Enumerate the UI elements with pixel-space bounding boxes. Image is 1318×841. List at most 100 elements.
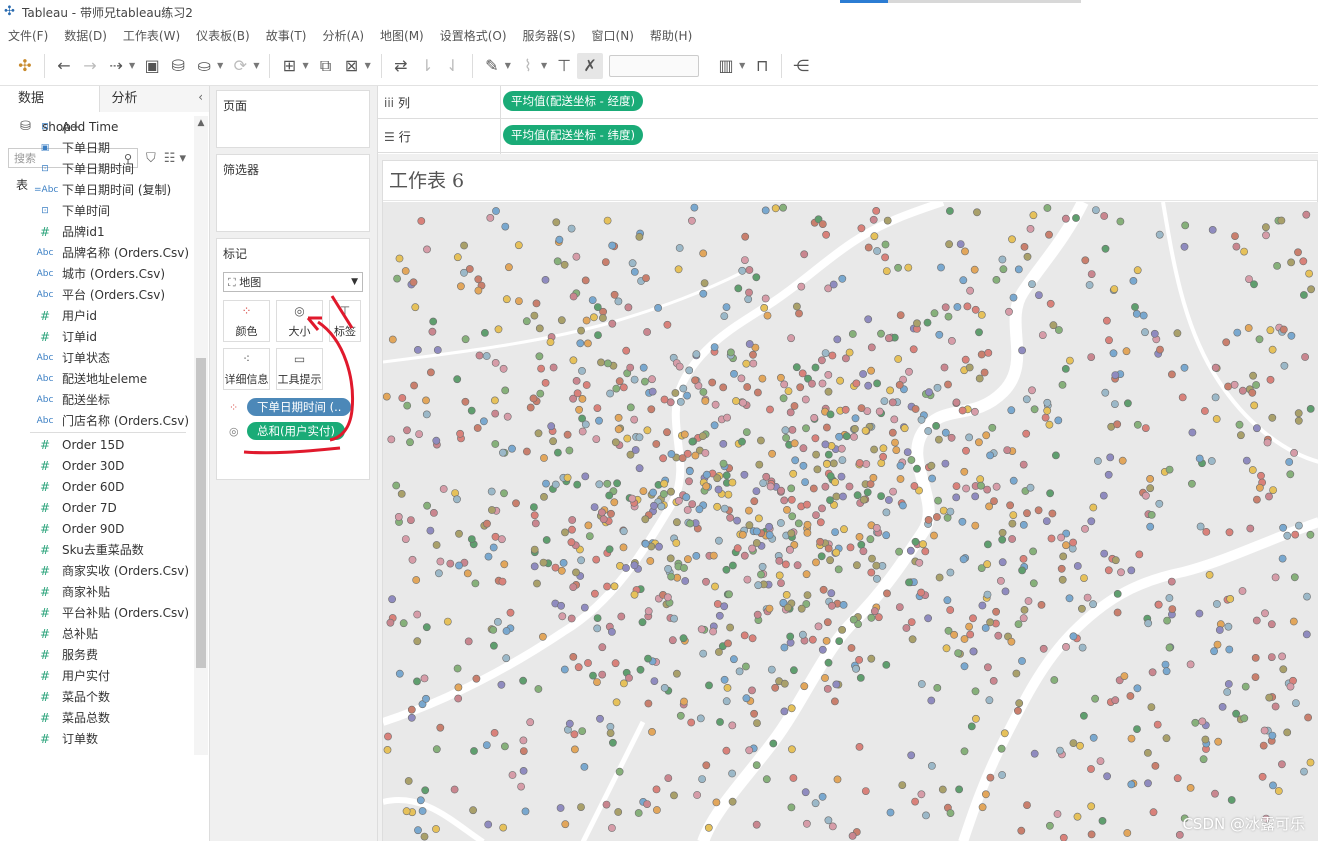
map-dot[interactable] xyxy=(605,491,614,500)
map-dot[interactable] xyxy=(793,561,802,570)
map-dot[interactable] xyxy=(473,424,482,432)
map-dot[interactable] xyxy=(685,467,694,476)
map-dot[interactable] xyxy=(1043,406,1052,415)
tab-data[interactable]: 数据 xyxy=(0,86,100,112)
map-dot[interactable] xyxy=(397,489,406,498)
map-dot[interactable] xyxy=(780,679,789,688)
map-dot[interactable] xyxy=(768,449,776,458)
pages-card[interactable]: 页面 xyxy=(216,90,370,148)
map-dot[interactable] xyxy=(811,434,820,443)
map-dot[interactable] xyxy=(491,358,500,367)
map-dot[interactable] xyxy=(942,644,951,653)
map-dot[interactable] xyxy=(1023,801,1031,809)
map-dot[interactable] xyxy=(1111,696,1120,705)
map-dot[interactable] xyxy=(803,528,812,537)
map-dot[interactable] xyxy=(884,334,893,343)
map-dot[interactable] xyxy=(1105,336,1113,345)
map-dot[interactable] xyxy=(994,631,1003,640)
map-dot[interactable] xyxy=(414,826,422,835)
map-dot[interactable] xyxy=(839,600,848,609)
map-dot[interactable] xyxy=(640,377,649,386)
map-dot[interactable] xyxy=(953,303,962,311)
map-dot[interactable] xyxy=(935,330,944,339)
map-dot[interactable] xyxy=(895,547,903,556)
menu-file[interactable]: 文件(F) xyxy=(8,27,48,44)
field-item[interactable]: Abc 配送坐标 xyxy=(0,389,194,410)
map-dot[interactable] xyxy=(1153,720,1162,729)
field-item[interactable]: Abc 城市 (Orders.Csv) xyxy=(0,263,194,284)
map-dot[interactable] xyxy=(720,602,729,611)
map-dot[interactable] xyxy=(644,607,653,616)
map-dot[interactable] xyxy=(666,554,675,563)
map-dot[interactable] xyxy=(630,561,639,570)
map-dot[interactable] xyxy=(1271,702,1280,711)
map-dot[interactable] xyxy=(992,482,1001,491)
map-dot[interactable] xyxy=(977,311,986,319)
map-dot[interactable] xyxy=(1039,644,1048,653)
map-dot[interactable] xyxy=(667,487,675,496)
map-dot[interactable] xyxy=(800,250,809,259)
map-dot[interactable] xyxy=(426,526,435,535)
map-dot[interactable] xyxy=(1015,699,1024,708)
map-dot[interactable] xyxy=(1283,728,1292,737)
map-dot[interactable] xyxy=(833,335,842,344)
map-dot[interactable] xyxy=(685,366,694,375)
map-dot[interactable] xyxy=(709,627,717,636)
map-dot[interactable] xyxy=(607,824,616,832)
map-dot[interactable] xyxy=(691,376,699,385)
map-dot[interactable] xyxy=(1062,642,1070,651)
map-dot[interactable] xyxy=(464,637,473,646)
map-dot[interactable] xyxy=(921,547,930,556)
map-dot[interactable] xyxy=(817,552,826,561)
map-dot[interactable] xyxy=(933,383,942,392)
map-dot[interactable] xyxy=(962,484,970,493)
map-dot[interactable] xyxy=(954,649,962,657)
map-dot[interactable] xyxy=(803,520,812,529)
map-dot[interactable] xyxy=(570,745,579,754)
map-dot[interactable] xyxy=(630,590,639,599)
map-dot[interactable] xyxy=(913,319,921,328)
map-dot[interactable] xyxy=(787,704,796,713)
map-dot[interactable] xyxy=(436,723,445,732)
measure-item[interactable]: # Order 7D xyxy=(0,497,194,518)
map-dot[interactable] xyxy=(789,666,798,675)
map-dot[interactable] xyxy=(1053,810,1062,818)
map-dot[interactable] xyxy=(698,432,707,440)
map-dot[interactable] xyxy=(1201,407,1209,415)
map-dot[interactable] xyxy=(877,492,885,500)
map-dot[interactable] xyxy=(712,798,721,807)
map-dot[interactable] xyxy=(888,428,897,437)
map-dot[interactable] xyxy=(1186,784,1195,792)
map-dot[interactable] xyxy=(1167,577,1176,586)
map-dot[interactable] xyxy=(388,595,397,604)
map-dot[interactable] xyxy=(585,532,594,540)
map-dot[interactable] xyxy=(608,241,617,250)
map-dot[interactable] xyxy=(1240,247,1248,256)
map-dot[interactable] xyxy=(992,607,1000,616)
map-dot[interactable] xyxy=(423,245,431,254)
map-dot[interactable] xyxy=(997,576,1005,585)
map-dot[interactable] xyxy=(740,256,749,264)
map-dot[interactable] xyxy=(1256,483,1264,492)
map-dot[interactable] xyxy=(1249,371,1257,380)
map-dot[interactable] xyxy=(821,674,829,682)
map-dot[interactable] xyxy=(460,268,468,277)
map-dot[interactable] xyxy=(744,506,753,515)
map-dot[interactable] xyxy=(680,564,688,572)
map-dot[interactable] xyxy=(412,576,421,584)
map-dot[interactable] xyxy=(672,669,681,678)
map-dot[interactable] xyxy=(679,384,688,393)
map-dot[interactable] xyxy=(532,299,541,308)
map-dot[interactable] xyxy=(577,803,585,811)
map-dot[interactable] xyxy=(752,761,761,769)
map-dot[interactable] xyxy=(853,491,862,500)
map-dot[interactable] xyxy=(1250,280,1258,289)
map-dot[interactable] xyxy=(1026,224,1035,233)
map-dot[interactable] xyxy=(963,302,972,311)
map-dot[interactable] xyxy=(534,429,543,438)
map-dot[interactable] xyxy=(1059,552,1068,561)
map-dot[interactable] xyxy=(984,540,992,549)
map-dot[interactable] xyxy=(965,363,974,372)
map-dot[interactable] xyxy=(1124,399,1132,408)
map-dot[interactable] xyxy=(687,216,696,225)
